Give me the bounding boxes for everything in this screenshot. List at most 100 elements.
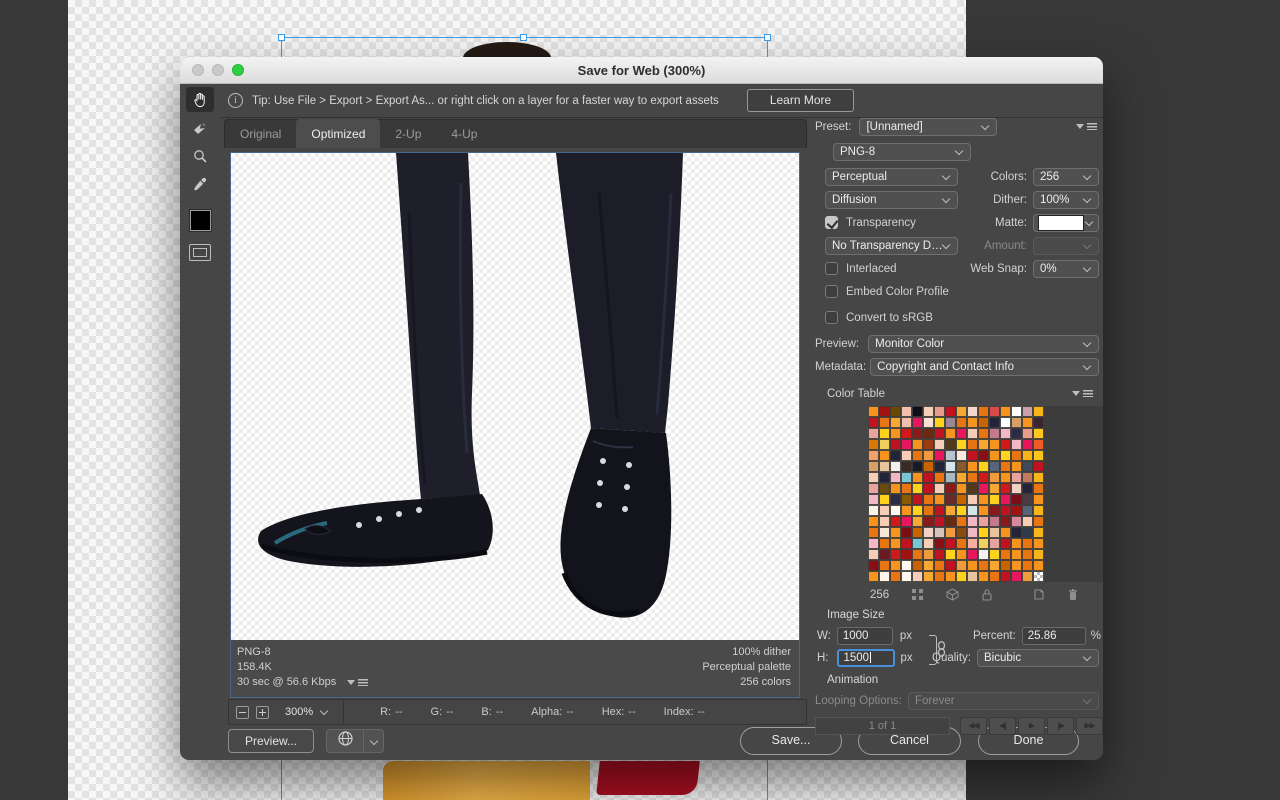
- previous-frame-button[interactable]: ◀|: [989, 717, 1016, 735]
- color-swatch[interactable]: [901, 483, 912, 494]
- color-swatch[interactable]: [1000, 538, 1011, 549]
- color-swatch[interactable]: [879, 417, 890, 428]
- color-swatch[interactable]: [989, 461, 1000, 472]
- color-swatch[interactable]: [989, 505, 1000, 516]
- color-swatch[interactable]: [890, 560, 901, 571]
- color-swatch[interactable]: [956, 461, 967, 472]
- color-swatch[interactable]: [901, 538, 912, 549]
- color-swatch[interactable]: [1000, 428, 1011, 439]
- color-swatch[interactable]: [956, 516, 967, 527]
- color-swatch[interactable]: [1011, 428, 1022, 439]
- color-swatch[interactable]: [879, 472, 890, 483]
- color-swatch[interactable]: [901, 472, 912, 483]
- convert-srgb-checkbox[interactable]: [825, 311, 838, 324]
- color-swatch[interactable]: [1000, 406, 1011, 417]
- color-swatch[interactable]: [1033, 428, 1044, 439]
- color-swatch[interactable]: [967, 461, 978, 472]
- color-swatch[interactable]: [1011, 560, 1022, 571]
- color-swatch[interactable]: [1033, 549, 1044, 560]
- color-swatch[interactable]: [1033, 483, 1044, 494]
- color-swatch[interactable]: [989, 549, 1000, 560]
- color-swatch[interactable]: [1000, 417, 1011, 428]
- tab-optimized[interactable]: Optimized: [296, 119, 380, 148]
- color-swatch[interactable]: [934, 516, 945, 527]
- color-swatch[interactable]: [934, 527, 945, 538]
- color-swatch[interactable]: [945, 461, 956, 472]
- color-swatch[interactable]: [1033, 505, 1044, 516]
- color-swatch[interactable]: [890, 406, 901, 417]
- color-swatch[interactable]: [923, 571, 934, 582]
- color-swatch[interactable]: [945, 549, 956, 560]
- color-swatch[interactable]: [967, 571, 978, 582]
- color-swatch[interactable]: [956, 505, 967, 516]
- color-swatch[interactable]: [868, 516, 879, 527]
- color-swatch[interactable]: [901, 450, 912, 461]
- color-swatch[interactable]: [868, 472, 879, 483]
- shift-web-safe-icon[interactable]: [946, 588, 959, 601]
- color-swatch[interactable]: [879, 527, 890, 538]
- preview-mode-dropdown[interactable]: Monitor Color: [868, 335, 1099, 353]
- color-swatch[interactable]: [945, 527, 956, 538]
- browser-dropdown-button[interactable]: [364, 729, 384, 753]
- color-swatch[interactable]: [989, 439, 1000, 450]
- color-swatch[interactable]: [934, 439, 945, 450]
- color-swatch[interactable]: [956, 527, 967, 538]
- transform-handle-top-center[interactable]: [520, 34, 527, 41]
- color-swatch[interactable]: [868, 538, 879, 549]
- color-swatch[interactable]: [1033, 461, 1044, 472]
- transform-handle-top-left[interactable]: [278, 34, 285, 41]
- preset-panel-menu-icon[interactable]: [1076, 123, 1097, 130]
- color-swatch[interactable]: [967, 439, 978, 450]
- color-swatch[interactable]: [1022, 538, 1033, 549]
- color-swatch[interactable]: [923, 461, 934, 472]
- color-swatch[interactable]: [978, 516, 989, 527]
- zoom-out-button[interactable]: [236, 706, 249, 719]
- tab-4up[interactable]: 4-Up: [436, 119, 492, 148]
- color-swatch[interactable]: [967, 483, 978, 494]
- color-swatch[interactable]: [945, 560, 956, 571]
- color-swatch[interactable]: [956, 494, 967, 505]
- color-swatch[interactable]: [945, 406, 956, 417]
- color-swatch[interactable]: [868, 439, 879, 450]
- color-swatch[interactable]: [868, 549, 879, 560]
- tab-original[interactable]: Original: [225, 119, 296, 148]
- color-swatch[interactable]: [989, 494, 1000, 505]
- color-swatch[interactable]: [923, 406, 934, 417]
- color-swatch[interactable]: [956, 406, 967, 417]
- eyedropper-tool-button[interactable]: [186, 171, 214, 196]
- color-swatch[interactable]: [945, 472, 956, 483]
- color-swatch[interactable]: [879, 439, 890, 450]
- color-swatch[interactable]: [901, 527, 912, 538]
- color-swatch[interactable]: [956, 428, 967, 439]
- color-swatch[interactable]: [1022, 571, 1033, 582]
- color-swatch[interactable]: [879, 483, 890, 494]
- color-swatch[interactable]: [890, 417, 901, 428]
- color-swatch[interactable]: [901, 461, 912, 472]
- matte-dropdown[interactable]: [1033, 214, 1099, 232]
- color-swatch[interactable]: [978, 549, 989, 560]
- color-swatch[interactable]: [989, 417, 1000, 428]
- color-swatch[interactable]: [989, 472, 1000, 483]
- color-swatch[interactable]: [912, 450, 923, 461]
- color-swatch[interactable]: [967, 538, 978, 549]
- optimized-preview-image[interactable]: [231, 153, 799, 640]
- color-swatch[interactable]: [1033, 538, 1044, 549]
- metadata-dropdown[interactable]: Copyright and Contact Info: [870, 358, 1099, 376]
- color-swatch[interactable]: [989, 527, 1000, 538]
- lock-color-icon[interactable]: [981, 588, 993, 601]
- color-swatch[interactable]: [989, 560, 1000, 571]
- color-swatch[interactable]: [1022, 417, 1033, 428]
- color-swatch[interactable]: [912, 571, 923, 582]
- color-swatch[interactable]: [956, 571, 967, 582]
- color-swatch[interactable]: [868, 417, 879, 428]
- color-swatch[interactable]: [1033, 406, 1044, 417]
- zoom-tool-button[interactable]: [186, 143, 214, 168]
- color-swatch[interactable]: [1011, 406, 1022, 417]
- slice-select-tool-button[interactable]: [186, 115, 214, 140]
- color-swatch[interactable]: [923, 516, 934, 527]
- color-swatch[interactable]: [912, 428, 923, 439]
- color-swatch[interactable]: [879, 461, 890, 472]
- color-swatch[interactable]: [1000, 461, 1011, 472]
- color-swatch[interactable]: [967, 472, 978, 483]
- color-swatch[interactable]: [890, 571, 901, 582]
